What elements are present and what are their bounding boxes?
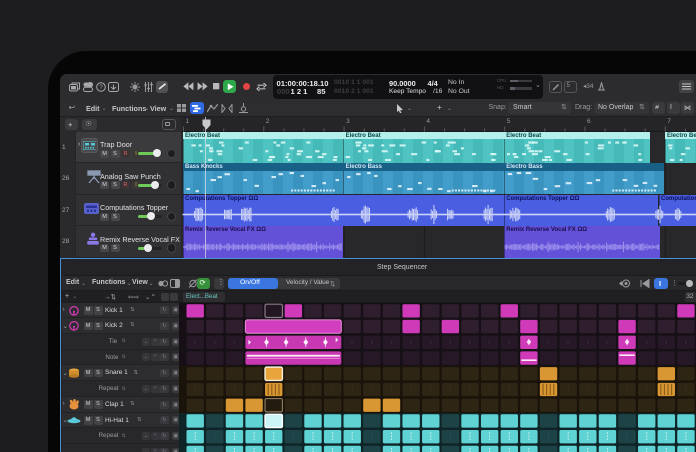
svg-text:?: ? — [99, 85, 103, 91]
